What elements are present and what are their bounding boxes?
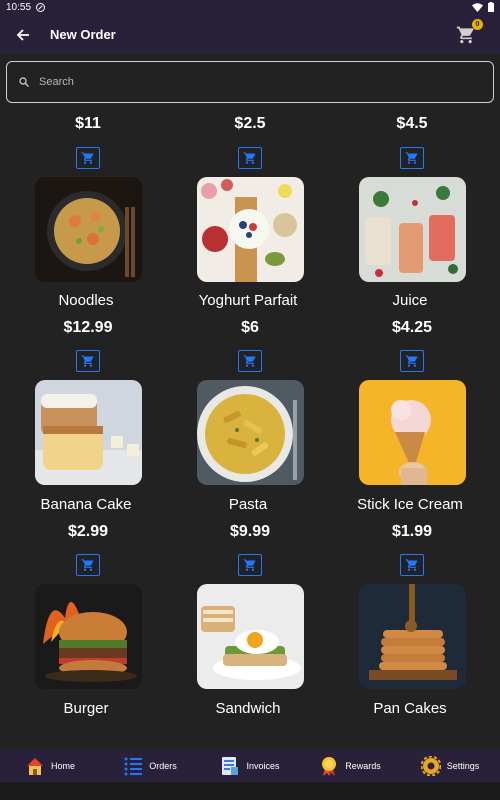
top-price-1: $11 <box>75 115 101 132</box>
product-name: Burger <box>63 700 109 717</box>
burger-image[interactable] <box>35 584 142 689</box>
search-field[interactable] <box>6 61 494 103</box>
nav-rewards-label: Rewards <box>345 760 381 771</box>
search-icon <box>19 77 29 87</box>
add-to-cart-button[interactable] <box>400 147 424 169</box>
nav-invoices-label: Invoices <box>246 760 280 771</box>
add-to-cart-button[interactable] <box>238 554 262 576</box>
product-name: Pan Cakes <box>373 700 447 717</box>
pasta-image[interactable] <box>197 380 304 485</box>
add-to-cart-button[interactable] <box>238 350 262 372</box>
nav-home[interactable]: Home <box>0 749 100 782</box>
battery-icon <box>488 2 494 12</box>
wifi-icon <box>472 2 483 12</box>
invoice-icon <box>222 756 239 775</box>
list-icon <box>124 757 143 775</box>
cart-icon <box>243 559 256 571</box>
nav-rewards[interactable]: Rewards <box>300 749 400 782</box>
arrow-back-icon <box>16 29 29 41</box>
cart-icon <box>405 559 418 571</box>
add-to-cart-button[interactable] <box>400 350 424 372</box>
nav-settings-label: Settings <box>446 760 480 771</box>
nav-home-label: Home <box>50 760 75 771</box>
product-name: Yoghurt Parfait <box>198 292 298 309</box>
product-grid[interactable]: $11 $2.5 $4.5 Noodles Yoghurt Parfait Ju… <box>0 103 500 749</box>
top-price-2: $2.5 <box>234 115 266 132</box>
cart-icon <box>405 355 418 367</box>
product-price: $12.99 <box>63 319 113 336</box>
nav-orders[interactable]: Orders <box>100 749 200 782</box>
nav-settings[interactable]: Settings <box>400 749 500 782</box>
home-icon <box>26 757 43 775</box>
search-input[interactable] <box>39 76 459 88</box>
product-price: $2.99 <box>67 523 109 540</box>
add-to-cart-button[interactable] <box>76 554 100 576</box>
product-price: $6 <box>241 319 259 336</box>
stick-ice-cream-image[interactable] <box>359 380 466 485</box>
add-to-cart-button[interactable] <box>238 147 262 169</box>
page-title: New Order <box>50 27 116 42</box>
product-price: $4.25 <box>391 319 433 336</box>
system-navigation-bar <box>0 782 500 800</box>
do-not-disturb-icon <box>36 3 46 12</box>
product-name: Noodles <box>58 292 114 309</box>
cart-icon <box>405 152 418 164</box>
add-to-cart-button[interactable] <box>76 147 100 169</box>
cart-icon <box>243 355 256 367</box>
yoghurt-parfait-image[interactable] <box>197 177 304 282</box>
noodles-image[interactable] <box>35 177 142 282</box>
gear-icon <box>420 755 441 776</box>
cart-button[interactable]: 0 <box>456 19 483 47</box>
product-name: Sandwich <box>215 700 281 717</box>
add-to-cart-button[interactable] <box>400 554 424 576</box>
product-price: $1.99 <box>391 523 433 540</box>
cart-icon <box>243 152 256 164</box>
pan-cakes-image[interactable] <box>359 584 466 689</box>
product-name: Juice <box>392 292 428 309</box>
banana-cake-image[interactable] <box>35 380 142 485</box>
status-bar: 10:55 <box>0 0 500 16</box>
top-price-3: $4.5 <box>396 115 428 132</box>
cart-icon <box>81 152 94 164</box>
product-name: Banana Cake <box>40 496 132 513</box>
medal-icon <box>322 756 337 776</box>
back-button[interactable] <box>12 24 34 46</box>
cart-count-badge: 0 <box>472 19 483 30</box>
add-to-cart-button[interactable] <box>76 350 100 372</box>
nav-invoices[interactable]: Invoices <box>200 749 300 782</box>
status-time: 10:55 <box>6 2 32 13</box>
cart-icon <box>81 559 94 571</box>
sandwich-image[interactable] <box>197 584 304 689</box>
app-bar: New Order 0 <box>0 16 500 54</box>
bottom-navigation: Home Orders Invoices Rewards Settings <box>0 749 500 782</box>
juice-image[interactable] <box>359 177 466 282</box>
nav-orders-label: Orders <box>149 760 177 771</box>
product-name: Pasta <box>228 496 268 513</box>
cart-icon <box>81 355 94 367</box>
product-price: $9.99 <box>229 523 271 540</box>
product-name: Stick Ice Cream <box>357 496 463 513</box>
